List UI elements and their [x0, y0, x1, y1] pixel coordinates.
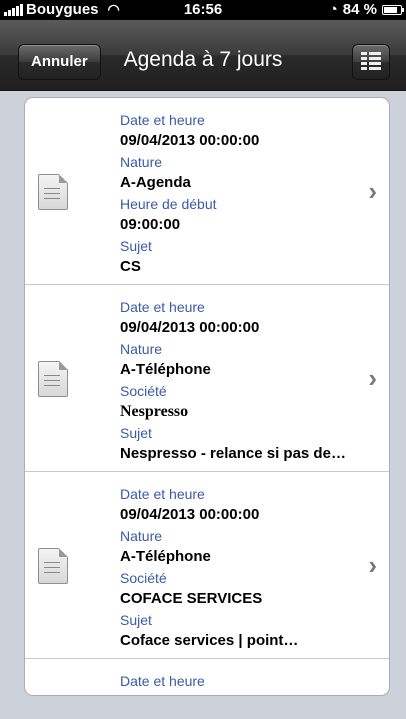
field-label: Nature: [120, 528, 163, 544]
field-value: A-Agenda: [120, 174, 191, 191]
chevron-right-icon: ›: [368, 176, 377, 206]
chevron-right-icon: ›: [368, 550, 377, 580]
battery-status: ◔ 84 %: [328, 1, 404, 18]
field-label: Société: [120, 383, 167, 399]
chevron-right-icon: ›: [368, 363, 377, 393]
field-label: Heure de début: [120, 196, 217, 212]
field-value: 09:00:00: [120, 216, 181, 233]
field-value: 09/04/2013 00:00:00: [120, 506, 260, 523]
agenda-item[interactable]: Date et heure 09/04/2013 00:00:00 Nature…: [25, 472, 389, 659]
field-value: CS: [120, 258, 141, 275]
field-label: Date et heure: [120, 486, 205, 502]
document-icon: [38, 361, 68, 397]
agenda-list: Date et heure 09/04/2013 00:00:00 Nature…: [24, 97, 390, 696]
field-value: A-Téléphone: [120, 361, 211, 378]
battery-icon: [382, 4, 404, 15]
navigation-bar: Annuler Agenda à 7 jours: [0, 20, 406, 91]
field-label: Sujet: [120, 238, 152, 254]
field-value: 09/04/2013 00:00:00: [120, 319, 260, 336]
document-icon: [38, 548, 68, 584]
field-label: Date et heure: [120, 112, 205, 128]
field-label: Nature: [120, 341, 163, 357]
agenda-item[interactable]: Date et heure 09/04/2013 00:00:00 Nature…: [25, 285, 389, 472]
alarm-icon: ◔: [328, 1, 338, 18]
field-label: Sujet: [120, 425, 152, 441]
field-label: Date et heure: [120, 673, 205, 689]
battery-percent: 84 %: [342, 1, 377, 18]
field-value: A-Téléphone: [120, 548, 211, 565]
status-bar: Bouygues ◠ 16:56 ◔ 84 %: [0, 0, 406, 20]
agenda-item[interactable]: Date et heure 09/04/2013 00:00:00 Nature…: [25, 98, 389, 285]
field-value: 09/04/2013 00:00:00: [120, 132, 260, 149]
field-label: Sujet: [120, 612, 152, 628]
field-value: COFACE SERVICES: [120, 590, 263, 607]
field-value: Nespresso: [120, 403, 189, 420]
field-label: Date et heure: [120, 299, 205, 315]
document-icon: [38, 174, 68, 210]
field-label: Société: [120, 570, 167, 586]
field-value: Nespresso - relance si pas de…: [120, 445, 346, 462]
field-label: Nature: [120, 154, 163, 170]
list-view-button[interactable]: [352, 44, 390, 80]
list-view-icon: [361, 52, 381, 72]
agenda-item[interactable]: Date et heure: [25, 659, 389, 695]
field-value: Coface services | point…: [120, 632, 299, 649]
page-title: Agenda à 7 jours: [123, 48, 283, 71]
